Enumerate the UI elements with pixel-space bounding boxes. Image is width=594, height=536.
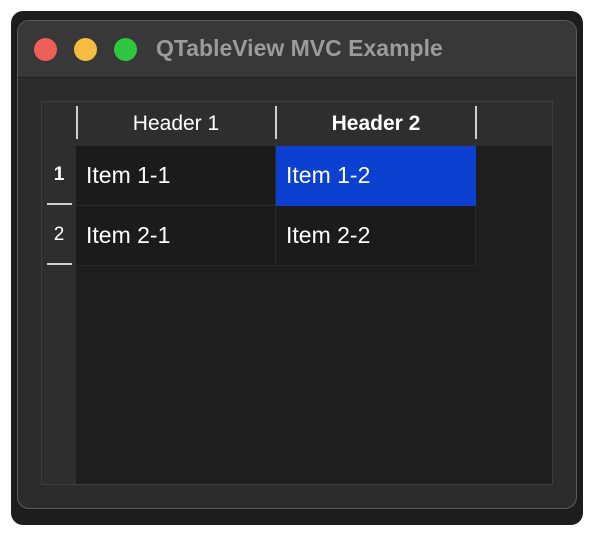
vertical-header: 1 2 <box>42 146 76 484</box>
close-button[interactable] <box>34 38 57 61</box>
row-separator[interactable] <box>47 203 72 205</box>
table-view[interactable]: Header 1 Header 2 1 2 Item 1-1 Item 1-2 … <box>41 101 553 485</box>
window-title: QTableView MVC Example <box>156 35 443 61</box>
row-header-2[interactable]: 2 <box>42 206 76 266</box>
table-cell[interactable]: Item 1-1 <box>76 146 276 206</box>
column-header-1[interactable]: Header 1 <box>76 102 276 146</box>
maximize-button[interactable] <box>114 38 137 61</box>
table-cell[interactable]: Item 2-1 <box>76 206 276 266</box>
corner-button[interactable] <box>42 102 76 146</box>
app-window: QTableView MVC Example Header 1 Header 2… <box>17 20 577 509</box>
column-header-2[interactable]: Header 2 <box>276 102 476 146</box>
title-bar[interactable]: QTableView MVC Example <box>18 21 576 78</box>
table-cell-selected[interactable]: Item 1-2 <box>276 146 476 206</box>
minimize-button[interactable] <box>74 38 97 61</box>
table-cell[interactable]: Item 2-2 <box>276 206 476 266</box>
horizontal-header: Header 1 Header 2 <box>76 102 552 146</box>
header-separator[interactable] <box>475 106 477 139</box>
row-header-1[interactable]: 1 <box>42 146 76 206</box>
row-separator[interactable] <box>47 263 72 265</box>
